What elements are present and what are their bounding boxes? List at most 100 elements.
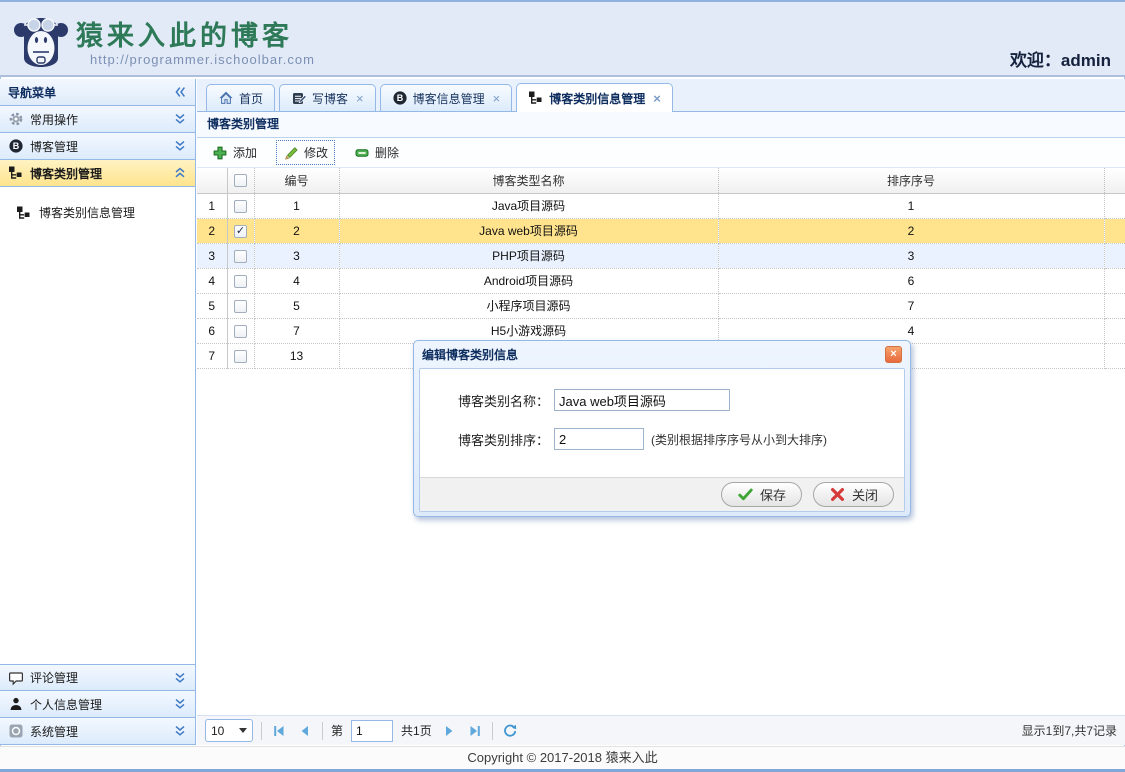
collapse-left-icon[interactable] [173,85,187,99]
row-checkbox-cell[interactable] [227,193,254,218]
tab-写博客[interactable]: 写博客 × [279,84,376,111]
page-size-value: 10 [211,724,224,738]
last-page-icon[interactable] [466,722,484,740]
table-row[interactable]: 2✓2Java web项目源码2 [197,218,1125,243]
row-id-cell: 13 [254,343,339,368]
row-checkbox-cell[interactable] [227,243,254,268]
添加-button[interactable]: 添加 [206,141,263,164]
dialog-title-bar[interactable]: 编辑博客类别信息 × [419,341,905,368]
tab-博客类别信息管理[interactable]: 博客类别信息管理× [516,83,673,112]
row-checkbox-cell[interactable] [227,293,254,318]
sidebar-group-博客类别管理[interactable]: 博客类别管理 [0,160,195,187]
chevron-double-down-icon[interactable] [173,697,187,711]
row-filler-cell [1104,343,1125,368]
row-checkbox[interactable] [234,200,247,213]
page-prefix-label: 第 [331,722,343,739]
select-all-checkbox[interactable] [234,174,247,187]
tab-label: 写博客 [312,90,348,107]
tab-首页[interactable]: 首页 [206,84,275,111]
header-select-all[interactable] [227,168,254,193]
row-order-cell: 3 [718,243,1104,268]
blog-icon: B [392,90,408,106]
footer: Copyright © 2017-2018 猿来入此 [0,746,1125,772]
sidebar-group-个人信息管理[interactable]: 个人信息管理 [0,691,195,718]
修改-button[interactable]: 修改 [277,141,334,164]
pager-separator [261,722,262,740]
cancel-icon [829,486,846,503]
dropdown-caret-icon [239,728,247,733]
row-checkbox-cell[interactable] [227,343,254,368]
sidebar-group-系统管理[interactable]: 系统管理 [0,718,195,745]
row-checkbox[interactable] [234,250,247,263]
row-checkbox[interactable] [234,350,247,363]
tree-icon [16,205,32,221]
row-id-cell: 2 [254,218,339,243]
field-row-order: 博客类别排序： (类别根据排序序号从小到大排序) [458,428,904,450]
tab-close-icon[interactable]: × [493,92,501,105]
row-number-cell: 4 [197,268,227,293]
category-name-input[interactable] [554,389,730,411]
row-number-cell: 2 [197,218,227,243]
tab-close-icon[interactable]: × [356,92,364,105]
row-number-cell: 6 [197,318,227,343]
sidebar-groups-top: 常用操作B博客管理博客类别管理博客类别信息管理 [0,106,195,228]
table-row[interactable]: 55小程序项目源码7 [197,293,1125,318]
table-row[interactable]: 11Java项目源码1 [197,193,1125,218]
remove-icon [354,145,370,161]
sidebar-item-博客类别信息管理[interactable]: 博客类别信息管理 [0,197,195,228]
chevron-double-up-icon[interactable] [173,166,187,180]
order-hint-label: (类别根据排序序号从小到大排序) [651,431,827,448]
table-row[interactable]: 44Android项目源码6 [197,268,1125,293]
refresh-icon[interactable] [501,722,519,740]
row-name-cell: Java项目源码 [339,193,718,218]
next-page-icon[interactable] [440,722,458,740]
chevron-double-down-icon[interactable] [173,671,187,685]
sidebar-title-label: 导航菜单 [8,84,56,101]
prev-page-icon[interactable] [296,722,314,740]
sidebar-item-label: 博客类别信息管理 [39,204,135,221]
row-name-cell: PHP项目源码 [339,243,718,268]
chevron-double-down-icon[interactable] [173,724,187,738]
关闭-button[interactable]: 关闭 [813,482,894,507]
sidebar-collapse-icon[interactable] [173,85,187,99]
row-checkbox[interactable]: ✓ [234,225,247,238]
sidebar-group-评论管理[interactable]: 评论管理 [0,664,195,691]
field-row-name: 博客类别名称： [458,389,904,411]
dialog-button-label: 保存 [760,485,786,504]
tab-close-icon[interactable]: × [653,92,661,105]
tab-博客信息管理[interactable]: B博客信息管理× [380,84,513,111]
删除-button[interactable]: 删除 [348,141,405,164]
row-checkbox-cell[interactable] [227,268,254,293]
row-checkbox[interactable] [234,325,247,338]
comment-icon [8,670,24,686]
row-filler-cell [1104,243,1125,268]
row-filler-cell [1104,318,1125,343]
sidebar-spacer [0,228,195,664]
chevron-double-down-icon[interactable] [173,112,187,126]
category-order-input[interactable] [554,428,644,450]
page-number-input[interactable] [351,720,393,742]
dialog-close-icon[interactable]: × [885,346,902,363]
page-size-select[interactable]: 10 [205,719,253,742]
row-name-cell: Android项目源码 [339,268,718,293]
row-id-cell: 4 [254,268,339,293]
row-checkbox[interactable] [234,300,247,313]
row-checkbox-cell[interactable] [227,318,254,343]
category-table: 编号 博客类型名称 排序序号 11Java项目源码12✓2Java web项目源… [197,168,1125,369]
row-filler-cell [1104,218,1125,243]
row-filler-cell [1104,193,1125,218]
row-checkbox[interactable] [234,275,247,288]
table-row[interactable]: 33PHP项目源码3 [197,243,1125,268]
保存-button[interactable]: 保存 [721,482,802,507]
tab-bar: 首页写博客×B博客信息管理×博客类别信息管理× [197,79,1125,112]
row-checkbox-cell[interactable]: ✓ [227,218,254,243]
chevron-double-down-icon[interactable] [173,139,187,153]
row-number-cell: 7 [197,343,227,368]
header-col-name: 博客类型名称 [339,168,718,193]
dialog-body: 博客类别名称： 博客类别排序： (类别根据排序序号从小到大排序) [420,369,904,477]
first-page-icon[interactable] [270,722,288,740]
page-suffix-label: 共1页 [401,722,432,739]
sidebar-group-博客管理[interactable]: B博客管理 [0,133,195,160]
sidebar-group-常用操作[interactable]: 常用操作 [0,106,195,133]
site-title: 猿来入此的博客 [76,14,293,53]
